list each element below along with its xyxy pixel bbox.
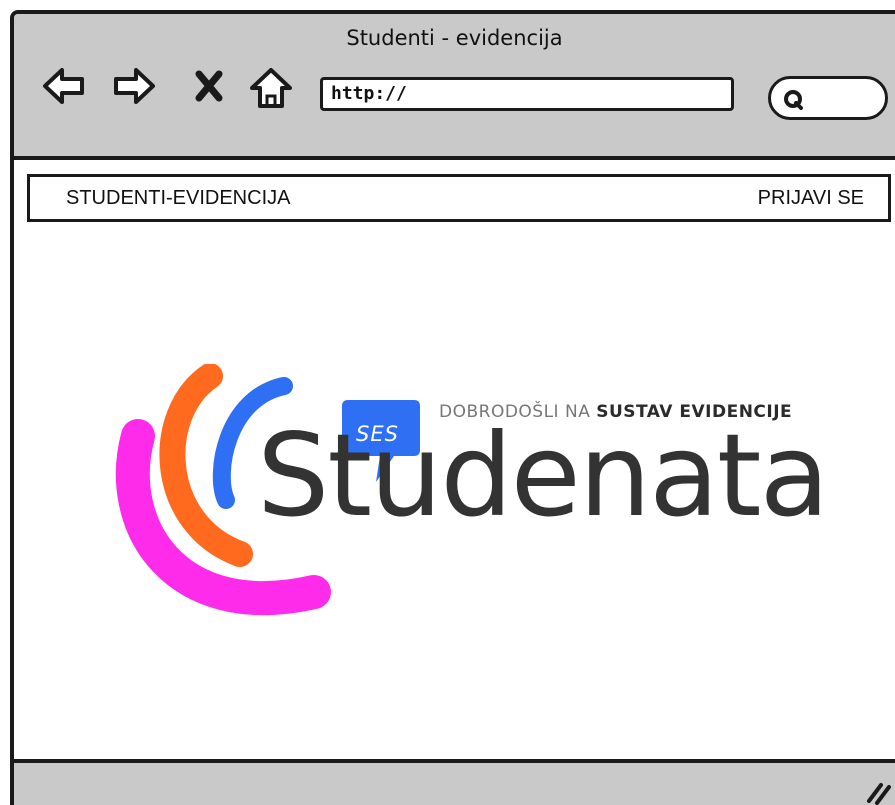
- window-title: Studenti - evidencija: [346, 26, 563, 50]
- resize-grip-icon[interactable]: [865, 779, 891, 805]
- browser-window: Studenti - evidencija http:// STUDENTI-E…: [10, 10, 895, 805]
- status-bar: [14, 759, 895, 805]
- top-navbar: STUDENTI-EVIDENCIJA PRIJAVI SE: [27, 174, 891, 222]
- hero-wordmark: Studenata: [257, 409, 829, 542]
- arrow-left-icon[interactable]: [42, 66, 86, 106]
- login-link[interactable]: PRIJAVI SE: [758, 187, 864, 210]
- browser-toolbar: Studenti - evidencija http://: [14, 14, 895, 160]
- url-input[interactable]: http://: [320, 77, 734, 111]
- home-icon[interactable]: [248, 66, 294, 108]
- search-icon: [784, 90, 803, 110]
- close-icon[interactable]: [194, 66, 224, 106]
- arrow-right-icon[interactable]: [112, 66, 156, 106]
- search-field[interactable]: [768, 76, 888, 120]
- navbar-brand[interactable]: STUDENTI-EVIDENCIJA: [66, 187, 290, 210]
